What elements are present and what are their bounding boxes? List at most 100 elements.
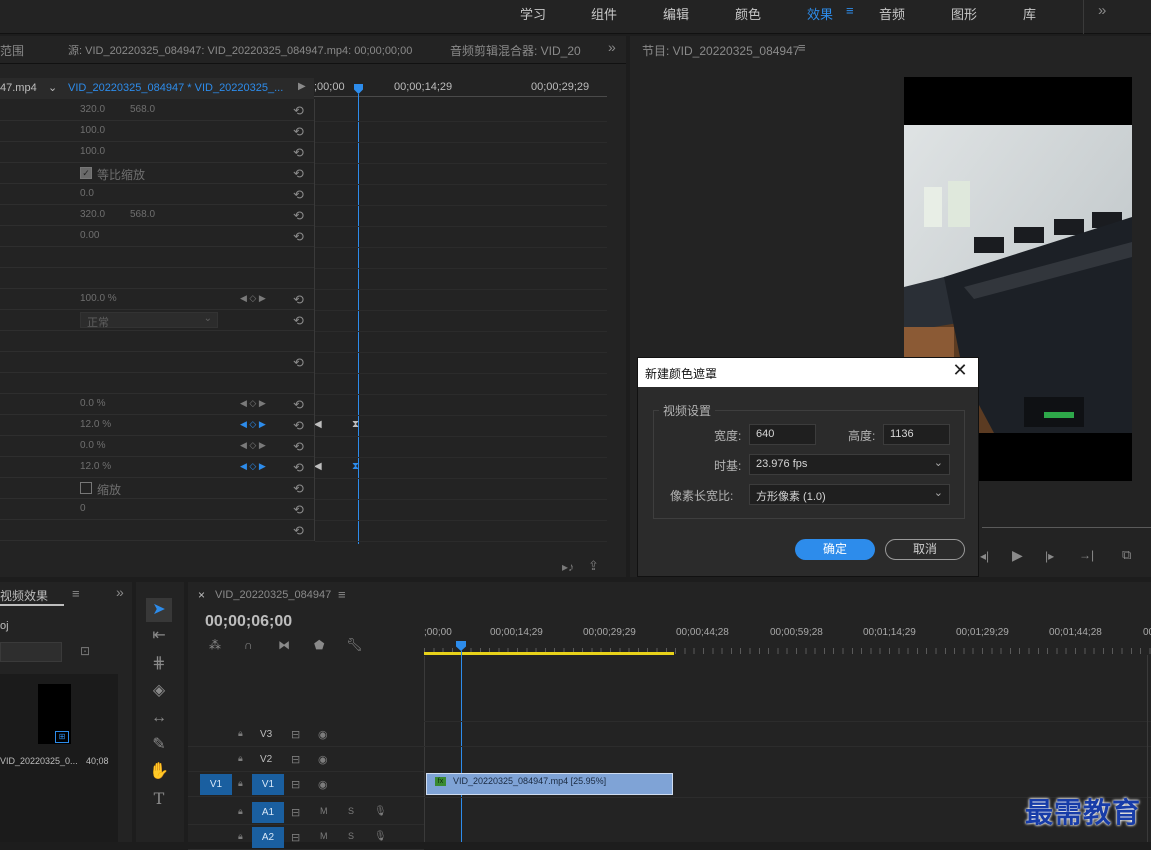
ok-button[interactable]: 确定 (795, 539, 875, 560)
workspace-tab-editing[interactable]: 编辑 (663, 4, 689, 23)
snap-icon[interactable]: ∩ (244, 638, 253, 652)
keyframe-navigator-icon[interactable]: ◀ ◇ ▶ (240, 440, 266, 451)
eye-icon[interactable]: ◉ (318, 778, 328, 791)
property-value[interactable]: 12.0 % (80, 461, 111, 472)
sync-lock-icon[interactable]: ⊟ (291, 806, 300, 819)
workspace-tab-effects[interactable]: 效果 (807, 4, 833, 23)
workspace-tab-graphics[interactable]: 图形 (951, 4, 977, 23)
eye-icon[interactable]: ◉ (318, 728, 328, 741)
track-target-v2[interactable]: V2 (260, 754, 272, 765)
timeline-timecode[interactable]: 00;00;06;00 (205, 613, 292, 631)
pen-tool-icon[interactable]: ✎ (146, 733, 172, 757)
workspace-tab-assembly[interactable]: 组件 (591, 4, 617, 23)
property-value[interactable]: 100.0 % (80, 293, 117, 304)
reset-icon[interactable]: ⟲ (293, 145, 304, 161)
play-icon[interactable]: ▶ (1012, 547, 1023, 564)
hand-tool-icon[interactable]: ✋ (146, 760, 172, 784)
settings-wrench-icon[interactable]: 🔧︎ (346, 637, 363, 653)
reset-icon[interactable]: ⟲ (293, 397, 304, 413)
overflow-icon[interactable]: » (608, 39, 616, 55)
track-target-v1[interactable]: V1 (252, 774, 284, 795)
mute-button[interactable]: M (320, 831, 328, 841)
reset-icon[interactable]: ⟲ (293, 481, 304, 497)
menu-icon[interactable]: ≡ (72, 586, 80, 601)
overflow-icon[interactable]: » (1098, 2, 1106, 19)
type-tool-icon[interactable]: T (146, 787, 172, 811)
checkbox[interactable] (80, 482, 92, 494)
audio-icon[interactable]: ▸♪ (562, 560, 574, 574)
blend-mode-select[interactable]: 正常 ⌄ (80, 312, 218, 329)
property-value-secondary[interactable]: 568.0 (130, 209, 155, 220)
linked-selection-icon[interactable]: ⧓ (278, 638, 290, 652)
insert-icon[interactable]: →| (1079, 548, 1094, 562)
sync-lock-icon[interactable]: ⊟ (291, 728, 300, 741)
ripple-edit-tool-icon[interactable]: ⋕ (146, 652, 172, 676)
checkbox[interactable]: ✓ (80, 167, 92, 179)
close-icon[interactable]: ✕ (950, 360, 970, 382)
reset-icon[interactable]: ⟲ (293, 502, 304, 518)
camera-icon[interactable]: ⊡ (80, 644, 90, 658)
overflow-icon[interactable]: » (116, 584, 124, 600)
razor-tool-icon[interactable]: ◈ (146, 679, 172, 703)
nest-icon[interactable]: ⁂ (209, 638, 221, 652)
reset-icon[interactable]: ⟲ (293, 124, 304, 140)
property-value[interactable]: 0.0 (80, 188, 94, 199)
keyframe-icon[interactable]: ◀ (314, 461, 322, 472)
timeline-tab[interactable]: VID_20220325_084947 (215, 589, 331, 601)
clip-thumbnail[interactable]: ⊞ (38, 684, 71, 744)
track-target-a2[interactable]: A2 (252, 827, 284, 848)
reset-icon[interactable]: ⟲ (293, 313, 304, 329)
property-value[interactable]: 100.0 (80, 125, 105, 136)
property-value[interactable]: 0.00 (80, 230, 99, 241)
reset-icon[interactable]: ⟲ (293, 355, 304, 371)
export-frame-icon[interactable]: ⧉ (1122, 547, 1131, 563)
selection-tool-icon[interactable]: ➤ (146, 598, 172, 622)
property-value[interactable]: 100.0 (80, 146, 105, 157)
source-patch-button[interactable]: V1 (200, 774, 232, 795)
marker-icon[interactable]: ⬟ (314, 638, 324, 652)
export-icon[interactable]: ⇪ (588, 558, 599, 574)
solo-button[interactable]: S (348, 806, 354, 816)
keyframe-navigator-icon[interactable]: ◀ ◇ ▶ (240, 398, 266, 409)
property-value[interactable]: 320.0 (80, 104, 105, 115)
reset-icon[interactable]: ⟲ (293, 103, 304, 119)
solo-button[interactable]: S (348, 831, 354, 841)
tab-range[interactable]: 范围 (0, 42, 24, 59)
width-field[interactable]: 640 (749, 424, 816, 445)
effects-panel-title[interactable]: 视频效果 (0, 587, 48, 604)
workspace-tab-libraries[interactable]: 库 (1023, 4, 1036, 23)
track-target-a1[interactable]: A1 (252, 802, 284, 823)
keyframe-icon[interactable]: ⧗ (352, 419, 359, 430)
reset-icon[interactable]: ⟲ (293, 292, 304, 308)
reset-icon[interactable]: ⟲ (293, 166, 304, 182)
close-icon[interactable]: × (198, 588, 205, 602)
search-input[interactable] (0, 642, 62, 662)
cancel-button[interactable]: 取消 (885, 539, 965, 560)
eye-icon[interactable]: ◉ (318, 753, 328, 766)
property-value[interactable]: 0 (80, 503, 86, 514)
lock-icon[interactable]: 🔒︎ (238, 778, 243, 789)
microphone-icon[interactable]: 🎙︎ (374, 831, 387, 842)
workspace-tab-audio[interactable]: 音频 (879, 4, 905, 23)
workspace-tab-color[interactable]: 颜色 (735, 4, 761, 23)
menu-icon[interactable]: ≡ (338, 587, 346, 602)
lock-icon[interactable]: 🔒︎ (238, 753, 243, 764)
microphone-icon[interactable]: 🎙︎ (374, 806, 387, 817)
reset-icon[interactable]: ⟲ (293, 229, 304, 245)
sync-lock-icon[interactable]: ⊟ (291, 831, 300, 844)
menu-icon[interactable]: ≡ (798, 40, 806, 55)
play-only-icon[interactable]: ▶ (298, 81, 306, 92)
tab-audio-clip-mixer[interactable]: 音频剪辑混合器: VID_20 (450, 42, 581, 59)
property-value-secondary[interactable]: 568.0 (130, 104, 155, 115)
keyframe-icon[interactable]: ⧗ (352, 461, 359, 472)
keyframe-navigator-icon[interactable]: ◀ ◇ ▶ (240, 293, 266, 304)
keyframe-icon[interactable]: ◀ (314, 419, 322, 430)
track-select-tool-icon[interactable]: ⇤ (146, 624, 172, 648)
clip-name-sequence[interactable]: VID_20220325_084947 * VID_20220325_... (68, 82, 283, 94)
reset-icon[interactable]: ⟲ (293, 460, 304, 476)
menu-icon[interactable]: ≡ (846, 3, 854, 18)
reset-icon[interactable]: ⟲ (293, 187, 304, 203)
property-value[interactable]: 12.0 % (80, 419, 111, 430)
reset-icon[interactable]: ⟲ (293, 418, 304, 434)
sync-lock-icon[interactable]: ⊟ (291, 778, 300, 791)
